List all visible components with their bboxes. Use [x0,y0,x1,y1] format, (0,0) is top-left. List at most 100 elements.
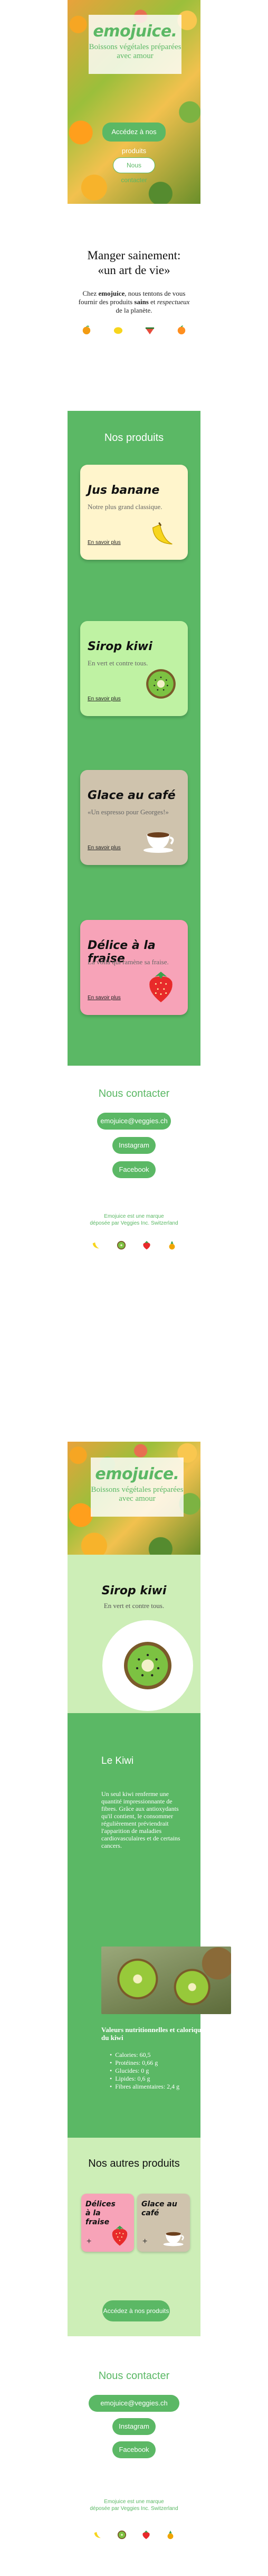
nutrition-value: Protéines: 0,66 g [115,2059,158,2066]
strawberry-icon [142,2530,150,2540]
nutrition-title: Valeurs nutritionnelles et caloriques du… [101,2026,207,2042]
kiwi-icon [117,1240,126,1250]
footer-fruit-row [68,1240,200,1250]
strawberry-icon [143,1240,150,1250]
kiwi-icon [124,1642,171,1689]
nutrition-item: • Calories: 60,5 [110,2051,151,2058]
product-card[interactable]: Jus banane Notre plus grand classique. E… [80,465,188,560]
plus-icon[interactable]: + [142,2237,147,2246]
nutrition-value: Lipides: 0,6 g [115,2075,150,2082]
coffee-icon [143,832,174,853]
nutrition-item: • Fibres alimentaires: 2,4 g [110,2083,180,2090]
instagram-button[interactable]: Instagram [112,1137,156,1154]
banana-icon [92,1242,100,1249]
footer-line2: déposée par Veggies Inc. Switzerland [90,1220,178,1226]
nutrition-value: Fibres alimentaires: 2,4 g [115,2083,180,2090]
product-desc: En vert et contre tous. [88,659,148,667]
facebook-button[interactable]: Facebook [112,2441,156,2458]
hero-brand-card: emojuice. Boissons végétales préparées a… [89,15,181,74]
nutrition-item: • Lipides: 0,6 g [110,2075,150,2082]
tagline: Boissons végétales préparées avec amour [91,1486,184,1503]
product-desc: «Un espresso pour Georges!» [88,808,169,816]
nutrition-list: • Calories: 60,5 • Protéines: 0,66 g • G… [110,2051,179,2091]
intro-bold: sains [134,298,149,306]
strawberry-icon [149,971,173,1002]
kiwi-section-text: Un seul kiwi renferme une quantité impre… [101,1790,180,1849]
intro-italic: respectueux [157,298,190,306]
intro-title: Manger sainement: «un art de vie» [68,248,200,278]
intro-title-line1: Manger sainement: [87,249,181,262]
kiwi-photo [101,1947,231,2014]
product-desc: La vollà qui ramène sa fraise. [88,958,169,966]
learn-more-link[interactable]: En savoir plus [88,995,121,1001]
instagram-button[interactable]: Instagram [112,2418,156,2435]
watermelon-icon [145,327,155,335]
contact-section: Nous contacter emojuice@veggies.ch Insta… [68,1088,200,1250]
logo[interactable]: emojuice. [89,22,181,41]
product-desc: Notre plus grand classique. [88,503,162,511]
product-card[interactable]: Glace au café «Un espresso pour Georges!… [80,770,188,865]
product-card[interactable]: Délice à la fraise La vollà qui ramène s… [80,920,188,1015]
contact-section: Nous contacter emojuice@veggies.ch Insta… [68,2370,200,2540]
strawberry-icon [112,2225,128,2246]
contact-title: Nous contacter [98,2370,170,2382]
intro-text-part: et [148,298,157,306]
footer-legal: Emojuice est une marque déposée par Vegg… [68,2498,200,2512]
products-button[interactable]: Accédez à nos produits [102,2300,170,2321]
intro-text-part: Chez [82,289,99,297]
hero-brand-card: emojuice. Boissons végétales préparées a… [91,1458,184,1517]
coffee-icon [163,2232,184,2246]
logo[interactable]: emojuice. [91,1465,184,1483]
footer-line1: Emojuice est une marque [104,1214,164,1219]
intro-section: Manger sainement: «un art de vie» Chez e… [68,248,200,335]
other-product-card[interactable]: Glace au café + [137,2194,190,2252]
kiwi-section-title: Le Kiwi [101,1755,134,1766]
product-card[interactable]: Sirop kiwi En vert et contre tous. En sa… [80,621,188,716]
other-product-card[interactable]: Délices à la fraise + [81,2194,134,2252]
pineapple-icon [167,2530,174,2540]
lemon-icon [113,327,123,334]
tagline: Boissons végétales préparées avec amour [89,43,181,60]
products-button[interactable]: Accédez à nos produits [102,123,166,155]
email-button[interactable]: emojuice@veggies.ch [97,1113,171,1130]
kiwi-icon [117,2530,127,2540]
products-title: Nos produits [104,432,164,444]
fruit-row [68,325,200,335]
footer-line1: Emojuice est une marque [104,2499,164,2505]
intro-text-part: de la planète. [116,306,152,314]
product-detail-header: Sirop kiwi En vert et contre tous. [68,1555,200,1713]
plus-icon[interactable]: + [87,2237,91,2246]
nutrition-value: Glucides: 0 g [115,2067,149,2074]
banana-icon [94,2532,101,2539]
facebook-button[interactable]: Facebook [112,1161,156,1178]
mandarin-icon [177,325,186,335]
nutrition-item: • Glucides: 0 g [110,2067,149,2074]
other-product-name: Délices à la fraise [85,2200,116,2226]
footer-fruit-row [68,2530,200,2540]
kiwi-info-section: Le Kiwi Un seul kiwi renferme une quanti… [68,1713,231,2138]
contact-title: Nous contacter [98,1088,170,1099]
pineapple-icon [169,1240,175,1250]
products-section: Nos produits Jus banane Notre plus grand… [68,411,200,1066]
footer-line2: déposée par Veggies Inc. Switzerland [90,2506,178,2512]
learn-more-link[interactable]: En savoir plus [88,696,121,702]
banana-icon [152,522,173,544]
orange-icon [82,325,91,335]
learn-more-link[interactable]: En savoir plus [88,540,121,546]
nutrition-value: Calories: 60,5 [115,2051,151,2058]
nutrition-item: • Protéines: 0,66 g [110,2059,158,2066]
hero-banner: emojuice. Boissons végétales préparées a… [68,0,200,204]
intro-title-line2: «un art de vie» [98,264,170,277]
detail-product-name: Sirop kiwi [101,1584,167,1597]
contact-button[interactable]: Nous contacter [113,157,155,184]
other-products-section: Nos autres produits Délices à la fraise … [68,2138,200,2336]
kiwi-icon [146,669,176,699]
intro-brand: emojuice [98,289,125,297]
learn-more-link[interactable]: En savoir plus [88,845,121,851]
detail-product-desc: En vert et contre tous. [103,1602,165,1610]
product-name: Glace au café [88,789,176,802]
email-button[interactable]: emojuice@veggies.ch [89,2395,179,2412]
footer-legal: Emojuice est une marque déposée par Vegg… [68,1213,200,1227]
other-products-title: Nos autres produits [88,2158,180,2169]
other-product-name: Glace au café [141,2200,177,2217]
